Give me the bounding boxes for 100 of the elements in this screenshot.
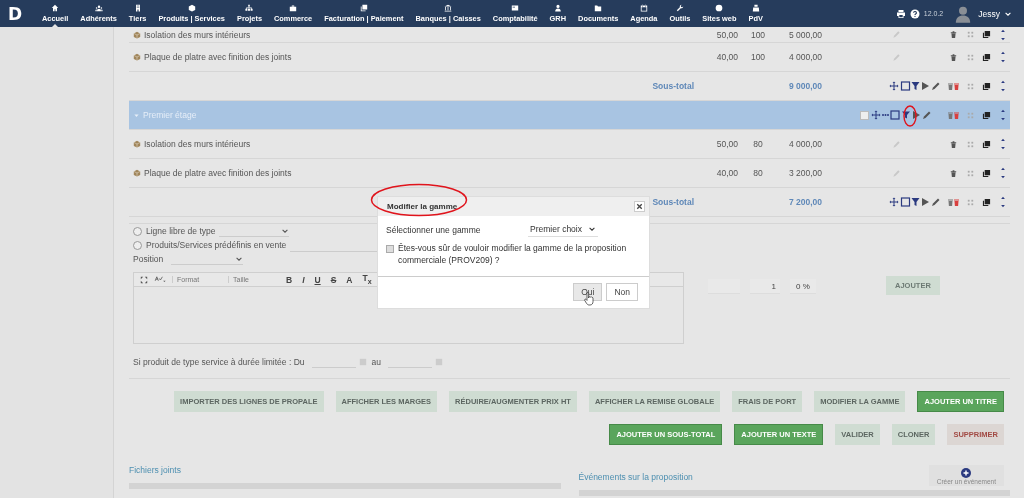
product-label[interactable]: Isolation des murs intérieurs [144, 29, 251, 40]
product-label[interactable]: Isolation des murs intérieurs [144, 139, 251, 149]
date-to-label: au [371, 357, 381, 367]
range-select[interactable]: Premier choix [528, 222, 598, 237]
position-label: Position [133, 254, 164, 264]
quantity-cell-text: 50,00 [715, 139, 738, 149]
close-icon [635, 202, 644, 211]
format-button[interactable]: B [284, 274, 295, 285]
plus-circle-icon [961, 468, 972, 478]
format-button[interactable]: A [344, 274, 355, 285]
date-range-label: Si produit de type service à durée limitée : Du [133, 357, 305, 367]
total-cell-text: 5 000,00 [787, 29, 822, 40]
product-label[interactable]: Plaque de platre avec finition des joints [144, 52, 292, 62]
table-cell-text: 80 [752, 139, 764, 149]
delete-block-icon[interactable] [946, 197, 961, 207]
drag-grid-icon[interactable] [965, 81, 975, 91]
user-icon [553, 4, 562, 12]
up-down-arrows-icon[interactable] [999, 79, 1006, 93]
select-label: Sélectionner une gamme [386, 224, 481, 235]
dialog-button[interactable]: Oui [573, 283, 603, 301]
radio-button[interactable] [133, 240, 142, 250]
close-button[interactable] [634, 201, 645, 212]
sitemap-icon [245, 4, 254, 12]
building-icon [133, 4, 142, 12]
copy-icon[interactable] [982, 168, 991, 178]
drag-grid-icon[interactable] [965, 52, 975, 62]
trash-icon[interactable] [949, 168, 958, 178]
copy-icon[interactable] [982, 30, 991, 39]
trash-icon[interactable] [949, 139, 958, 149]
drag-grid-icon[interactable] [965, 30, 975, 39]
files-icon [359, 4, 368, 12]
total-cell-text: 4 000,00 [787, 52, 822, 62]
line-tools-drawing[interactable] [889, 81, 941, 91]
table-cell-text: 100 [749, 29, 767, 40]
quantity-cell-text: 40,00 [715, 168, 738, 178]
users-icon [94, 4, 103, 12]
up-down-arrows-icon[interactable] [999, 27, 1006, 42]
checkbox[interactable] [386, 245, 394, 253]
copy-icon[interactable] [982, 197, 991, 207]
wrench-icon [675, 4, 684, 12]
home-icon [51, 4, 60, 12]
chevron-down-icon [588, 225, 596, 233]
confirmation-text: Êtes-vous sûr de vouloir modifier la gamme de la proposition commerciale (PROV209) ? [398, 242, 628, 266]
total-cell-text: 3 200,00 [787, 168, 822, 178]
annotation-ellipse [903, 105, 917, 127]
help-icon[interactable] [909, 8, 920, 19]
drag-grid-icon[interactable] [965, 197, 975, 207]
briefcase-icon [289, 4, 298, 12]
section-heading: Événements sur la proposition [578, 472, 693, 484]
copy-icon[interactable] [982, 52, 991, 62]
card-icon [511, 4, 520, 12]
product-label[interactable]: Plaque de platre avec finition des joints [144, 168, 292, 178]
trash-icon[interactable] [949, 30, 958, 39]
delete-block-icon[interactable] [946, 110, 961, 120]
spellcheck-icon[interactable] [154, 275, 166, 284]
trash-icon[interactable] [949, 52, 958, 62]
dialog-title: Modifier la gamme [387, 202, 458, 211]
copy-icon[interactable] [982, 81, 991, 91]
format-button[interactable]: S [328, 274, 339, 285]
drag-grid-icon[interactable] [965, 168, 975, 178]
bank-icon [444, 4, 453, 12]
section-heading: Fichiers joints [129, 465, 182, 477]
quantity-cell-text: 50,00 [715, 29, 738, 40]
radio-button[interactable] [133, 226, 142, 236]
copy-icon[interactable] [982, 110, 991, 120]
up-down-arrows-icon[interactable] [999, 50, 1006, 64]
up-down-arrows-icon[interactable] [999, 108, 1006, 122]
user-name[interactable]: Jessy [978, 8, 1000, 19]
table-cell-text: 100 [749, 52, 767, 62]
up-down-arrows-icon[interactable] [999, 166, 1006, 180]
total-cell-text: 4 000,00 [787, 139, 822, 149]
box-icon [133, 140, 141, 148]
subtotal-label: Sous-total [652, 197, 694, 207]
format-button[interactable]: U [312, 274, 323, 285]
subtotal-amount: 9 000,00 [787, 81, 822, 91]
subtotal-amount: 7 200,00 [787, 197, 822, 207]
radio-label[interactable]: Ligne libre de type [146, 226, 216, 236]
format-button[interactable]: T$_{x}$ [360, 273, 374, 286]
calendar-icon [639, 4, 648, 12]
box-icon [133, 53, 141, 61]
up-down-arrows-icon[interactable] [999, 137, 1006, 151]
printer-icon[interactable] [895, 8, 906, 19]
checkbox[interactable] [860, 110, 869, 120]
dialog-button[interactable]: Non [606, 283, 638, 301]
table-cell-text: 80 [752, 168, 764, 178]
subtotal-label: Sous-total [652, 81, 694, 91]
app-logo[interactable]: D [8, 3, 26, 24]
delete-block-icon[interactable] [946, 81, 961, 91]
avatar-silhouette[interactable] [955, 4, 972, 23]
quantity-cell-text: 40,00 [715, 52, 738, 62]
cube-icon [187, 4, 196, 12]
folder-icon [594, 4, 603, 12]
copy-icon[interactable] [982, 139, 991, 149]
up-down-arrows-icon[interactable] [999, 195, 1006, 209]
drag-grid-icon[interactable] [965, 139, 975, 149]
cash-register-icon [751, 4, 760, 12]
radio-label[interactable]: Produits/Services prédéfinis en vente [146, 240, 287, 250]
maximize-icon[interactable] [140, 275, 148, 284]
format-button[interactable]: I [300, 274, 307, 285]
line-tools-drawing[interactable] [889, 197, 941, 207]
